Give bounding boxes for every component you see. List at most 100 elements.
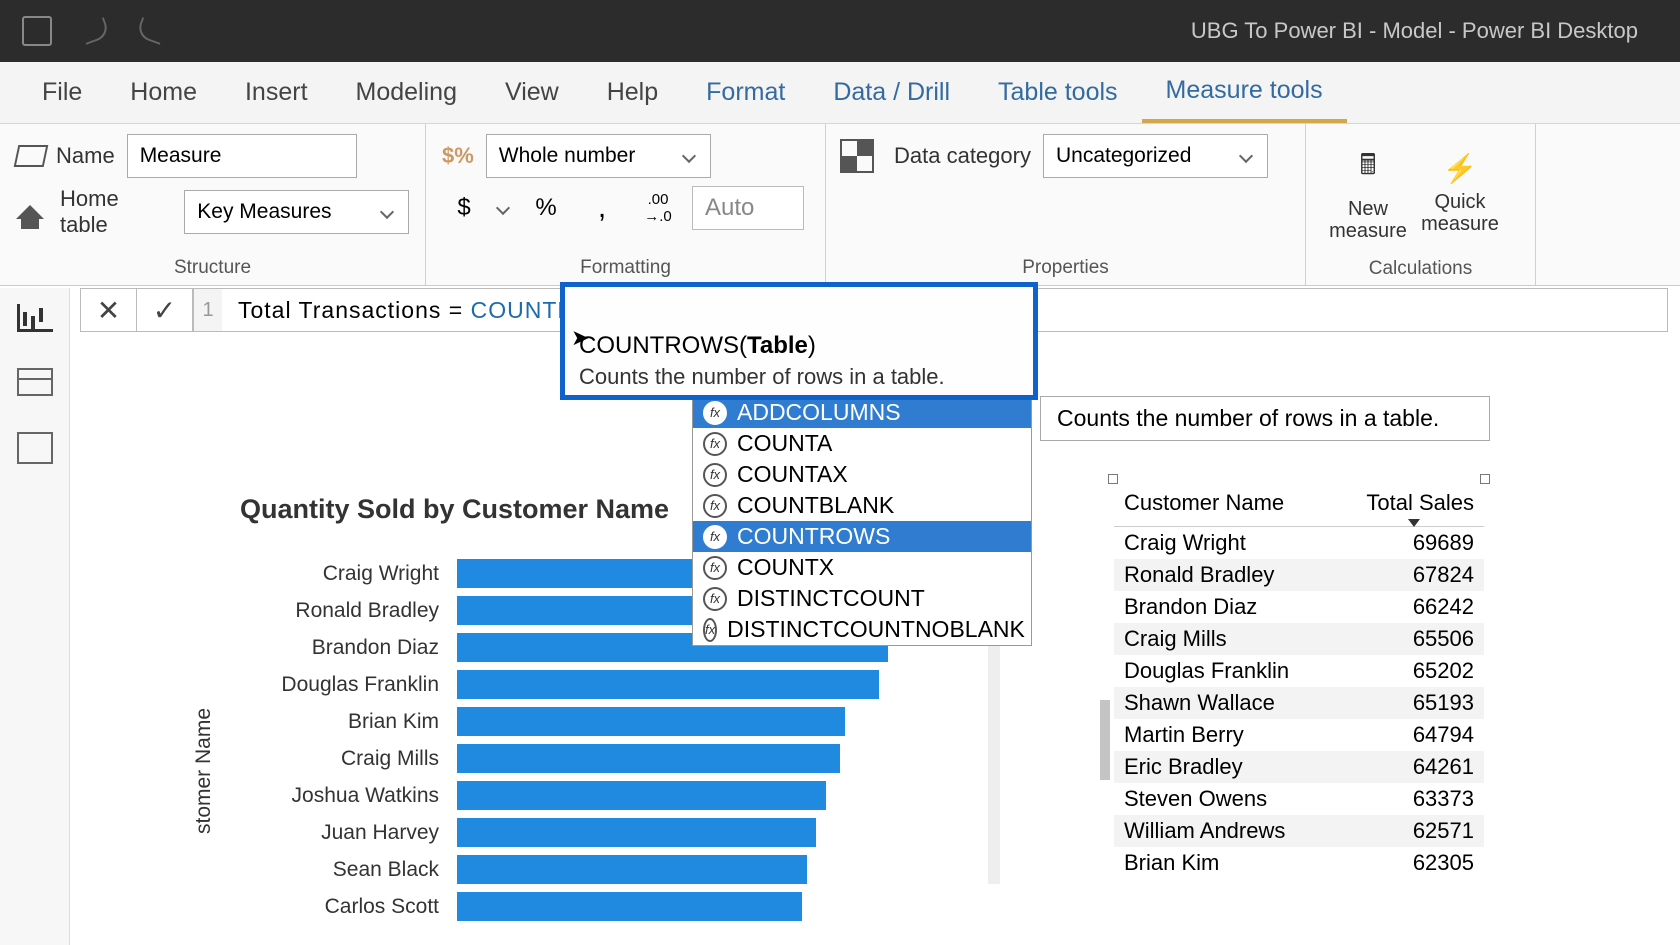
table-row[interactable]: Shawn Wallace65193 bbox=[1114, 687, 1484, 719]
column-customer-name[interactable]: Customer Name bbox=[1114, 480, 1344, 526]
bar-row[interactable]: Juan Harvey bbox=[212, 814, 992, 851]
table-row[interactable]: Douglas Franklin65202 bbox=[1114, 655, 1484, 687]
format-icon: $% bbox=[442, 143, 474, 169]
table-row[interactable]: Brandon Diaz66242 bbox=[1114, 591, 1484, 623]
bar-fill bbox=[457, 670, 879, 699]
bar-label: Brian Kim bbox=[212, 710, 457, 734]
table-scrollbar[interactable] bbox=[1100, 700, 1110, 780]
function-description: Counts the number of rows in a table. bbox=[565, 360, 1033, 394]
new-measure-button[interactable]: 🖩 New measure bbox=[1322, 134, 1414, 252]
resize-handle[interactable] bbox=[1108, 474, 1118, 484]
intellisense-dropdown[interactable]: fxADDCOLUMNSfxCOUNTAfxCOUNTAXfxCOUNTBLAN… bbox=[692, 396, 1032, 646]
ribbon-body: Name Home table Key Measures Structure $… bbox=[0, 124, 1680, 286]
tab-insert[interactable]: Insert bbox=[221, 62, 332, 123]
cell-sales: 63373 bbox=[1344, 783, 1484, 815]
cell-sales: 65506 bbox=[1344, 623, 1484, 655]
redo-icon[interactable] bbox=[135, 17, 166, 45]
report-canvas[interactable]: ✕ ✓ 1 Total Transactions = COUNTROWS( ➤ … bbox=[70, 288, 1680, 945]
bar-row[interactable]: Joshua Watkins bbox=[212, 777, 992, 814]
intellisense-item[interactable]: fxADDCOLUMNS bbox=[693, 397, 1031, 428]
bar-row[interactable]: Sean Black bbox=[212, 851, 992, 888]
function-icon: fx bbox=[703, 494, 727, 518]
table-row[interactable]: William Andrews62571 bbox=[1114, 815, 1484, 847]
intellisense-item[interactable]: fxCOUNTBLANK bbox=[693, 490, 1031, 521]
bar-row[interactable]: Craig Mills bbox=[212, 740, 992, 777]
tab-modeling[interactable]: Modeling bbox=[332, 62, 481, 123]
table-row[interactable]: Brian Kim62305 bbox=[1114, 847, 1484, 879]
function-icon: fx bbox=[703, 401, 727, 425]
bar-label: Juan Harvey bbox=[212, 821, 457, 845]
table-row[interactable]: Steven Owens63373 bbox=[1114, 783, 1484, 815]
ribbon-tabs: File Home Insert Modeling View Help Form… bbox=[0, 62, 1680, 124]
cancel-formula-button[interactable]: ✕ bbox=[81, 289, 137, 331]
cell-name: William Andrews bbox=[1114, 815, 1344, 847]
column-total-sales[interactable]: Total Sales bbox=[1344, 480, 1484, 526]
intellisense-item[interactable]: fxCOUNTX bbox=[693, 552, 1031, 583]
bar-label: Brandon Diaz bbox=[212, 636, 457, 660]
table-row[interactable]: Ronald Bradley67824 bbox=[1114, 559, 1484, 591]
cell-sales: 64261 bbox=[1344, 751, 1484, 783]
bar-fill bbox=[457, 818, 816, 847]
function-icon: fx bbox=[703, 432, 727, 456]
tab-view[interactable]: View bbox=[481, 62, 583, 123]
tab-measure-tools[interactable]: Measure tools bbox=[1142, 62, 1347, 123]
bar-fill bbox=[457, 855, 807, 884]
table-row[interactable]: Martin Berry64794 bbox=[1114, 719, 1484, 751]
decimals-button[interactable]: .00→.0 bbox=[636, 186, 680, 230]
chevron-down-icon bbox=[682, 149, 696, 163]
intellisense-tooltip: Counts the number of rows in a table. bbox=[1040, 396, 1490, 441]
currency-button[interactable]: $ bbox=[442, 186, 486, 230]
decimal-places-input[interactable]: Auto bbox=[692, 186, 804, 230]
intellisense-item[interactable]: fxCOUNTAX bbox=[693, 459, 1031, 490]
cell-sales: 65193 bbox=[1344, 687, 1484, 719]
tab-file[interactable]: File bbox=[18, 62, 106, 123]
home-icon bbox=[16, 205, 44, 219]
intellisense-item[interactable]: fxCOUNTA bbox=[693, 428, 1031, 459]
bar-row[interactable]: Douglas Franklin bbox=[212, 666, 992, 703]
bar-fill bbox=[457, 892, 802, 921]
commit-formula-button[interactable]: ✓ bbox=[137, 289, 193, 331]
cell-name: Steven Owens bbox=[1114, 783, 1344, 815]
chevron-down-icon[interactable] bbox=[496, 201, 510, 215]
formula-prefix: Total Transactions = bbox=[238, 297, 471, 323]
tab-help[interactable]: Help bbox=[583, 62, 682, 123]
format-type-select[interactable]: Whole number bbox=[486, 134, 711, 178]
tab-table-tools[interactable]: Table tools bbox=[974, 62, 1142, 123]
undo-icon[interactable] bbox=[79, 17, 110, 45]
table-row[interactable]: Craig Wright69689 bbox=[1114, 527, 1484, 559]
cell-name: Brian Kim bbox=[1114, 847, 1344, 879]
report-view-icon[interactable] bbox=[17, 304, 53, 332]
save-icon[interactable] bbox=[22, 16, 52, 46]
bar-label: Craig Mills bbox=[212, 747, 457, 771]
model-view-icon[interactable] bbox=[17, 432, 53, 464]
bar-row[interactable]: Carlos Scott bbox=[212, 888, 992, 925]
data-category-select[interactable]: Uncategorized bbox=[1043, 134, 1268, 178]
cell-name: Shawn Wallace bbox=[1114, 687, 1344, 719]
home-table-select[interactable]: Key Measures bbox=[184, 190, 409, 234]
table-row[interactable]: Craig Mills65506 bbox=[1114, 623, 1484, 655]
percent-button[interactable]: % bbox=[524, 186, 568, 230]
tab-format[interactable]: Format bbox=[682, 62, 809, 123]
tab-data-drill[interactable]: Data / Drill bbox=[809, 62, 974, 123]
cell-name: Craig Mills bbox=[1114, 623, 1344, 655]
tab-home[interactable]: Home bbox=[106, 62, 221, 123]
group-label-calculations: Calculations bbox=[1322, 252, 1519, 280]
y-axis-label: stomer Name bbox=[192, 708, 216, 834]
table-visual[interactable]: Customer Name Total Sales Craig Wright69… bbox=[1114, 480, 1484, 879]
bar-row[interactable]: Brian Kim bbox=[212, 703, 992, 740]
quick-measure-button[interactable]: ⚡ Quick measure bbox=[1414, 134, 1506, 252]
cell-sales: 65202 bbox=[1344, 655, 1484, 687]
comma-button[interactable]: , bbox=[580, 186, 624, 230]
cell-sales: 66242 bbox=[1344, 591, 1484, 623]
table-row[interactable]: Eric Bradley64261 bbox=[1114, 751, 1484, 783]
intellisense-item[interactable]: fxDISTINCTCOUNTNOBLANK bbox=[693, 614, 1031, 645]
intellisense-item[interactable]: fxCOUNTROWS bbox=[693, 521, 1031, 552]
measure-name-input[interactable] bbox=[127, 134, 357, 178]
title-bar: UBG To Power BI - Model - Power BI Deskt… bbox=[0, 0, 1680, 62]
cell-name: Martin Berry bbox=[1114, 719, 1344, 751]
ribbon-group-formatting: $% Whole number $ % , .00→.0 Auto Format… bbox=[426, 124, 826, 285]
category-icon bbox=[842, 141, 872, 171]
intellisense-item[interactable]: fxDISTINCTCOUNT bbox=[693, 583, 1031, 614]
function-icon: fx bbox=[703, 587, 727, 611]
data-view-icon[interactable] bbox=[17, 368, 53, 396]
